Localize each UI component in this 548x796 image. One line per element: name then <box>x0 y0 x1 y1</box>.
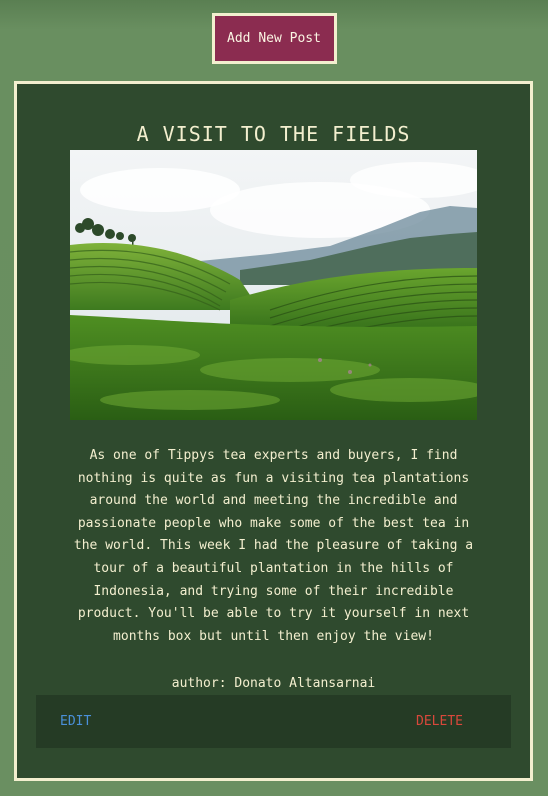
post-image <box>70 150 477 420</box>
post-card: A VISIT TO THE FIELDS As one of Tippys t… <box>14 81 533 781</box>
post-author: author: Donato Altansarnai <box>171 676 376 691</box>
post-actions: EDIT DELETE <box>36 695 511 748</box>
add-new-post-button[interactable]: Add New Post <box>211 13 337 64</box>
post-body: As one of Tippys tea experts and buyers,… <box>73 448 474 644</box>
post-title: A VISIT TO THE FIELDS <box>136 122 411 146</box>
delete-button[interactable]: DELETE <box>416 714 463 729</box>
edit-button[interactable]: EDIT <box>60 714 91 729</box>
top-bar: Add New Post <box>0 13 548 64</box>
